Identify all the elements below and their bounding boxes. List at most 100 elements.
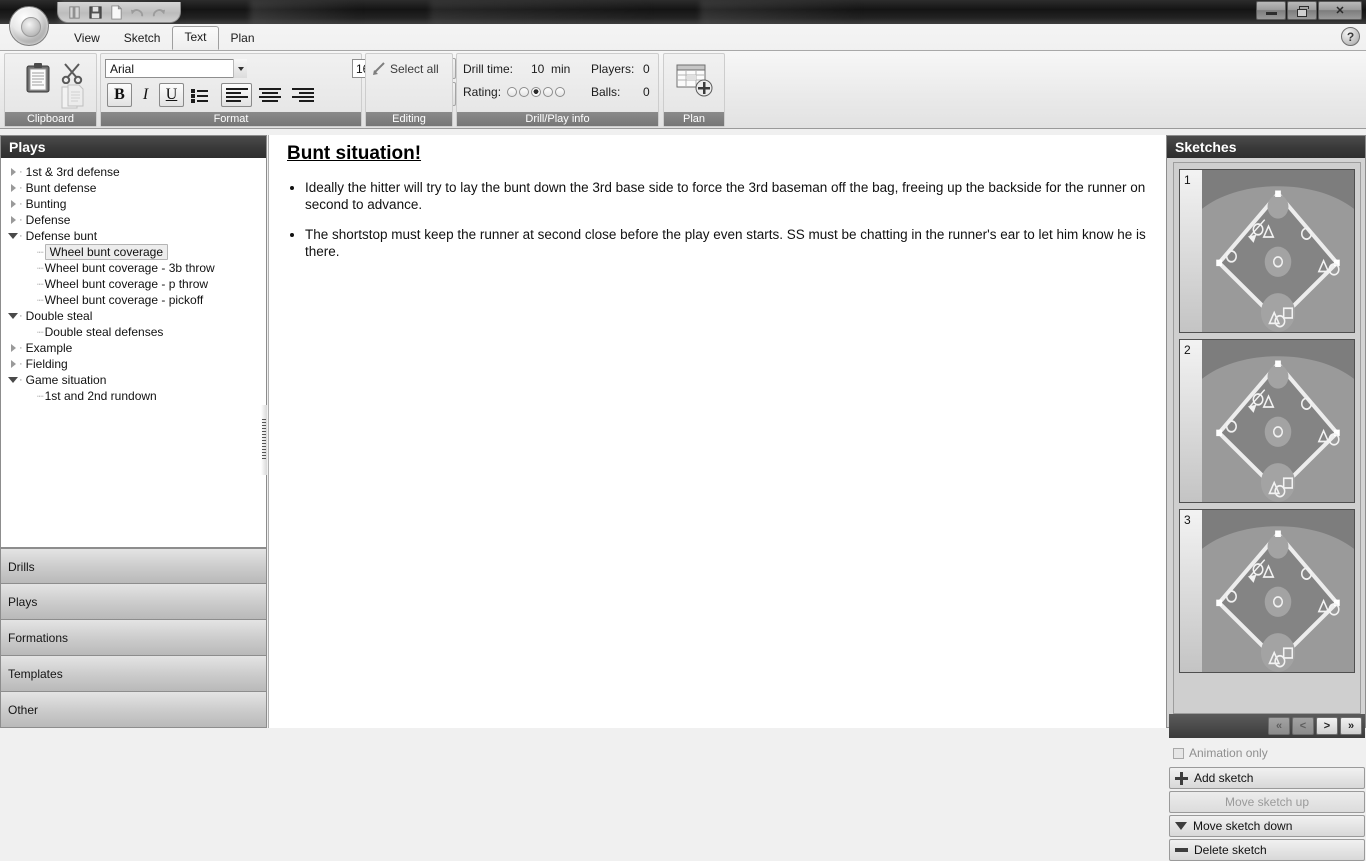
tree-item-label: Double steal defenses xyxy=(44,325,164,339)
category-tab-plays[interactable]: Plays xyxy=(0,584,267,620)
align-left-button[interactable] xyxy=(221,83,252,107)
paste-icon[interactable] xyxy=(25,62,51,94)
tree-item-defense-bunt[interactable]: · Defense bunt xyxy=(7,228,266,244)
tab-view[interactable]: View xyxy=(62,27,112,50)
tree-expander[interactable] xyxy=(7,200,19,208)
application-menu-orb-button[interactable] xyxy=(9,6,49,46)
drill-time-label: Drill time: xyxy=(463,62,513,76)
tree-item-wheel-bunt-coverage-3b-throw[interactable]: ┈ Wheel bunt coverage - 3b throw xyxy=(7,260,266,276)
move-sketch-down-button[interactable]: Move sketch down xyxy=(1169,815,1365,837)
sketch-thumbnail[interactable]: 1 xyxy=(1179,169,1355,333)
align-left-icon xyxy=(225,88,248,102)
tree-item-1st-and-2nd-rundown[interactable]: ┈ 1st and 2nd rundown xyxy=(7,388,266,404)
rating-control[interactable] xyxy=(507,87,565,97)
font-name-dropdown-button[interactable] xyxy=(233,59,247,78)
window-controls: ✕ xyxy=(1256,1,1362,20)
nav-last-button[interactable]: » xyxy=(1340,717,1362,735)
sketch-thumbnail[interactable]: 3 xyxy=(1179,509,1355,673)
chevron-right-icon xyxy=(10,360,16,368)
tree-expander[interactable] xyxy=(7,344,19,352)
tree-item-wheel-bunt-coverage-pickoff[interactable]: ┈ Wheel bunt coverage - pickoff xyxy=(7,292,266,308)
rating-dot-5[interactable] xyxy=(555,87,565,97)
align-right-button[interactable] xyxy=(287,83,318,107)
undo-icon[interactable] xyxy=(130,5,145,20)
tree-item-example[interactable]: · Example xyxy=(7,340,266,356)
sketch-thumbnail[interactable]: 2 xyxy=(1179,339,1355,503)
restore-button[interactable] xyxy=(1287,1,1317,20)
drill-time-value[interactable]: 10 xyxy=(531,62,544,76)
add-sketch-button[interactable]: Add sketch xyxy=(1169,767,1365,789)
arrow-down-icon xyxy=(1175,822,1187,830)
font-name-input[interactable]: Arial xyxy=(105,59,247,78)
rating-dot-1[interactable] xyxy=(507,87,517,97)
quick-access-toolbar xyxy=(57,2,181,23)
chevron-down-icon xyxy=(8,313,18,319)
tree-item-bunt-defense[interactable]: · Bunt defense xyxy=(7,180,266,196)
tree-connector-icon: ┈ xyxy=(37,278,44,291)
balls-value[interactable]: 0 xyxy=(643,85,650,99)
tree-item-bunting[interactable]: · Bunting xyxy=(7,196,266,212)
tree-item-defense[interactable]: · Defense xyxy=(7,212,266,228)
move-sketch-up-button[interactable]: Move sketch up xyxy=(1169,791,1365,813)
help-button[interactable]: ? xyxy=(1341,27,1360,46)
tree-expander[interactable] xyxy=(7,233,19,239)
tab-text[interactable]: Text xyxy=(172,26,219,50)
rating-dot-3[interactable] xyxy=(531,87,541,97)
ribbon-group-format: Arial 16 B I U Format xyxy=(100,53,456,127)
redo-icon[interactable] xyxy=(151,5,166,20)
tree-expander[interactable] xyxy=(7,168,19,176)
tree-item-fielding[interactable]: · Fielding xyxy=(7,356,266,372)
tree-item-wheel-bunt-coverage[interactable]: ┈ Wheel bunt coverage xyxy=(7,244,266,260)
nav-prev-button[interactable]: < xyxy=(1292,717,1314,735)
new-document-icon[interactable] xyxy=(109,4,124,20)
left-panel-category-tabs[interactable]: Drills Plays Formations Templates Other xyxy=(0,548,267,728)
align-center-button[interactable] xyxy=(254,83,285,107)
cut-icon[interactable] xyxy=(61,62,83,84)
players-value[interactable]: 0 xyxy=(643,62,650,76)
tree-connector-icon: ┈ xyxy=(37,262,44,275)
close-button[interactable]: ✕ xyxy=(1318,1,1362,20)
group-label-drill-play-info: Drill/Play info xyxy=(457,112,658,126)
category-tab-formations[interactable]: Formations xyxy=(0,620,267,656)
tree-expander[interactable] xyxy=(7,313,19,319)
italic-button[interactable]: I xyxy=(133,83,158,107)
tree-expander[interactable] xyxy=(7,184,19,192)
tree-expander[interactable] xyxy=(7,216,19,224)
delete-sketch-button[interactable]: Delete sketch xyxy=(1169,839,1365,861)
underline-button[interactable]: U xyxy=(159,83,184,107)
save-icon[interactable] xyxy=(88,5,103,20)
animation-only-checkbox[interactable]: Animation only xyxy=(1173,746,1268,760)
tab-plan[interactable]: Plan xyxy=(219,27,267,50)
tree-expander[interactable] xyxy=(7,377,19,383)
rating-dot-4[interactable] xyxy=(543,87,553,97)
category-tab-drills[interactable]: Drills xyxy=(0,548,267,584)
copy-icon[interactable] xyxy=(61,84,85,110)
tree-item-wheel-bunt-coverage-p-throw[interactable]: ┈ Wheel bunt coverage - p throw xyxy=(7,276,266,292)
bullet-list-button[interactable] xyxy=(187,83,212,107)
ribbon-tabs: View Sketch Text Plan xyxy=(62,26,267,50)
nav-first-button[interactable]: « xyxy=(1268,717,1290,735)
open-icon[interactable] xyxy=(67,5,82,20)
minimize-button[interactable] xyxy=(1256,1,1286,20)
tab-sketch[interactable]: Sketch xyxy=(112,27,173,50)
tree-item-game-situation[interactable]: · Game situation xyxy=(7,372,266,388)
add-plan-icon[interactable] xyxy=(676,63,714,97)
plays-tree[interactable]: · 1st & 3rd defense · Bunt defense · Bunting ·… xyxy=(1,158,266,404)
document-editor[interactable]: Bunt situation! Ideally the hitter will … xyxy=(268,135,1166,728)
category-tab-other[interactable]: Other xyxy=(0,692,267,728)
category-tab-templates[interactable]: Templates xyxy=(0,656,267,692)
rating-dot-2[interactable] xyxy=(519,87,529,97)
nav-next-button[interactable]: > xyxy=(1316,717,1338,735)
tree-expander[interactable] xyxy=(7,360,19,368)
select-all-button[interactable]: Select all xyxy=(372,62,439,76)
tree-item-double-steal[interactable]: · Double steal xyxy=(7,308,266,324)
ribbon-group-plan: Plan xyxy=(663,53,725,127)
align-center-icon xyxy=(258,88,281,102)
bold-button[interactable]: B xyxy=(107,83,132,107)
tree-connector-icon: · xyxy=(19,374,23,386)
panel-splitter[interactable] xyxy=(261,405,267,475)
category-tab-label: Drills xyxy=(8,560,35,574)
tree-item-double-steal-defenses[interactable]: ┈ Double steal defenses xyxy=(7,324,266,340)
sketch-thumbnail-list[interactable]: 1 2 3 xyxy=(1173,162,1361,714)
tree-item-1st-3rd-defense[interactable]: · 1st & 3rd defense xyxy=(7,164,266,180)
